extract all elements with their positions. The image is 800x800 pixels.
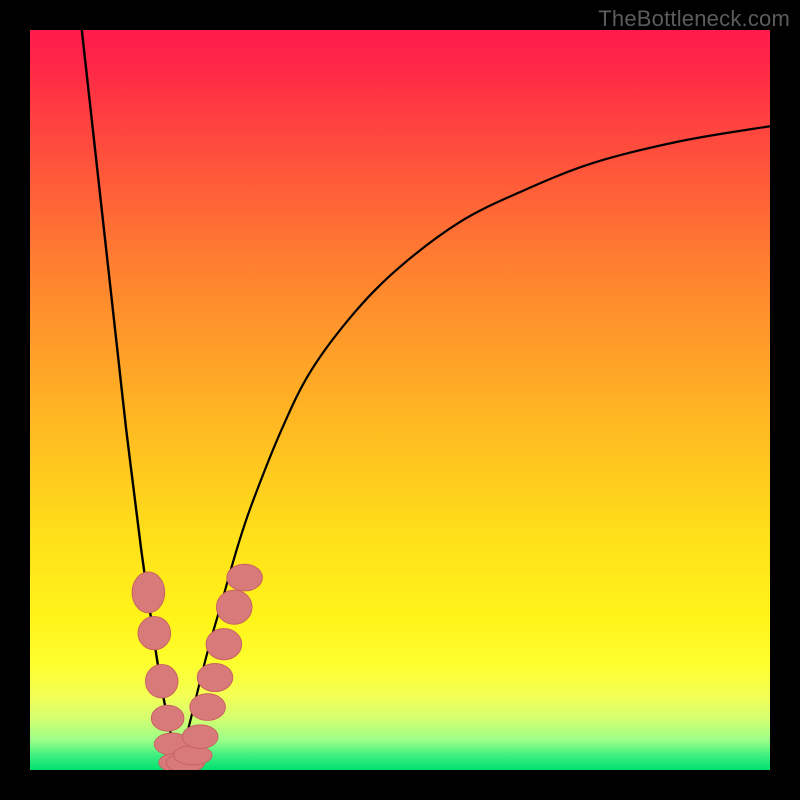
bottleneck-curve-right [178, 126, 770, 770]
marker-point [216, 590, 252, 624]
marker-point [145, 665, 178, 698]
watermark-text: TheBottleneck.com [598, 6, 790, 32]
plot-area [30, 30, 770, 770]
marker-point [151, 705, 184, 731]
marker-point [182, 725, 218, 749]
marker-point [197, 663, 233, 691]
marker-point [190, 694, 226, 721]
marker-point [174, 746, 212, 765]
chart-frame: TheBottleneck.com [0, 0, 800, 800]
curve-layer [30, 30, 770, 770]
marker-point [206, 629, 242, 660]
bottleneck-curve-left [82, 30, 178, 770]
marker-point [138, 616, 171, 649]
marker-point [132, 572, 165, 613]
marker-point [227, 564, 263, 591]
sample-markers [132, 564, 262, 770]
